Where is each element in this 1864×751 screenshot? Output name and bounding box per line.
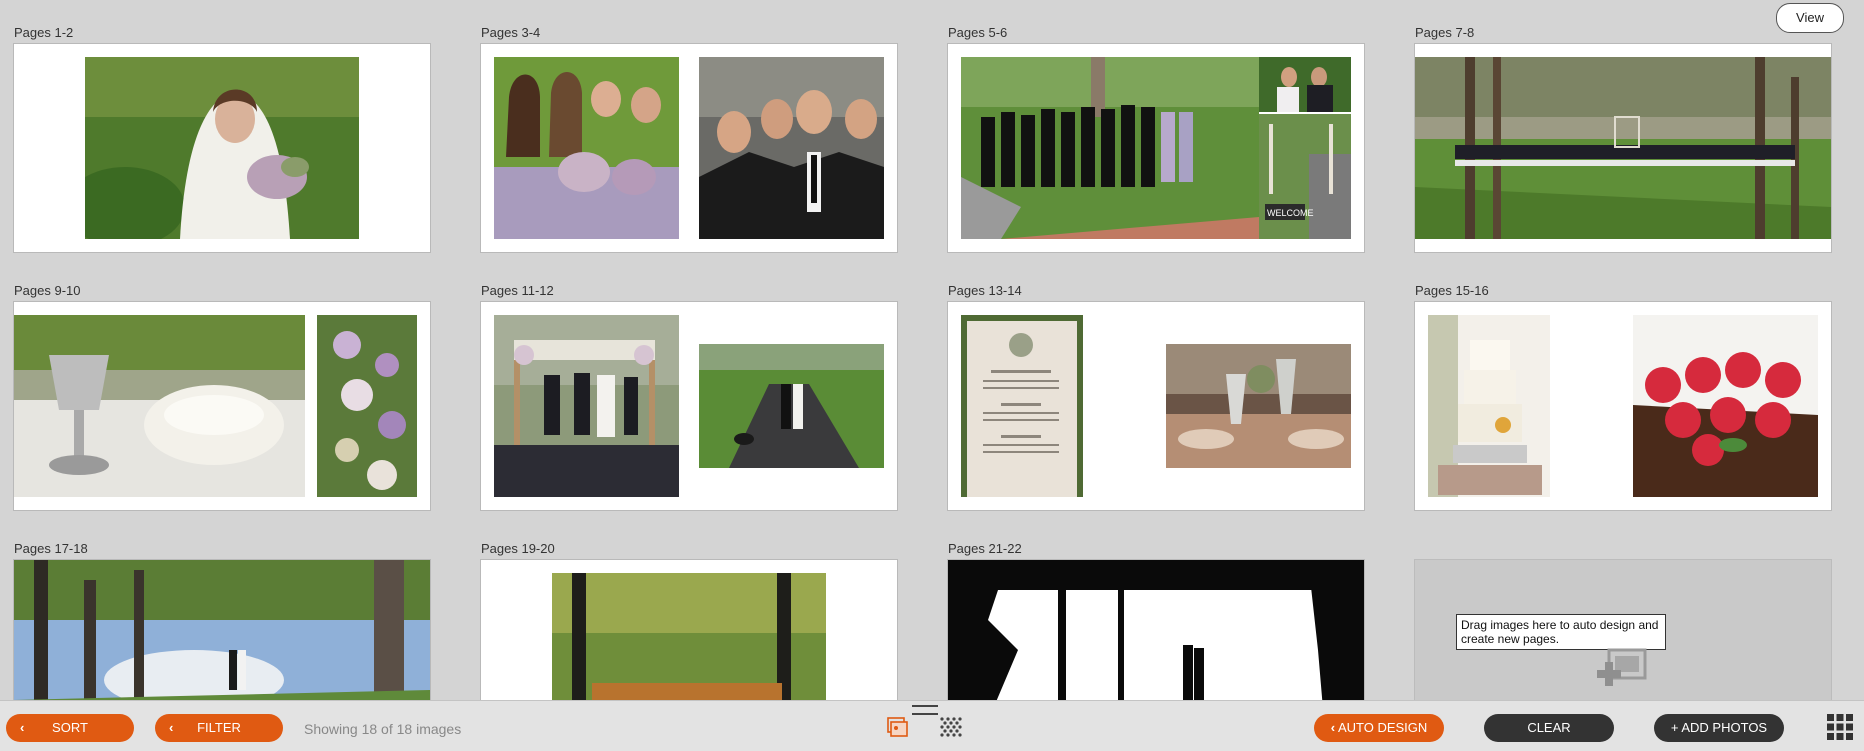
chuppah-ceremony-photo[interactable]: [494, 315, 679, 497]
welcome-sign-photo[interactable]: WELCOME: [1259, 114, 1351, 239]
chevron-left-icon: ‹: [20, 720, 25, 735]
grid-menu-icon[interactable]: [1826, 713, 1854, 741]
spread-page[interactable]: [481, 560, 897, 700]
spread-page[interactable]: [481, 44, 897, 252]
spread-label: Pages 3-4: [481, 25, 541, 40]
kiddush-cup-photo[interactable]: [14, 315, 305, 497]
spread-label: Pages 5-6: [948, 25, 1008, 40]
groomsmen-photo[interactable]: [699, 57, 884, 239]
spread-label: Pages 19-20: [481, 541, 555, 556]
filter-button[interactable]: ‹ FILTER: [155, 714, 283, 742]
spread-page[interactable]: [1415, 44, 1831, 252]
wedding-party-lineup-photo[interactable]: [961, 57, 1259, 239]
spread-label: Pages 21-22: [948, 541, 1022, 556]
spread-label: Pages 17-18: [14, 541, 88, 556]
spread-label: Pages 13-14: [948, 283, 1022, 298]
spread-page[interactable]: WELCOME: [948, 44, 1364, 252]
table-setting-photo[interactable]: [1166, 344, 1351, 468]
bridesmaids-photo[interactable]: [494, 57, 679, 239]
auto-design-button[interactable]: ‹ AUTO DESIGN: [1314, 714, 1444, 742]
spread-grid: Pages 1-2 Pages 3-4 Pages 5-6 WELCOME Pa…: [0, 0, 1864, 700]
image-count-status: Showing 18 of 18 images: [304, 721, 462, 737]
empty-spread[interactable]: Drag images here to auto design and crea…: [1415, 560, 1831, 700]
spread-page[interactable]: [1415, 302, 1831, 510]
wedding-cake-photo[interactable]: [1428, 315, 1550, 497]
resize-handle[interactable]: [912, 705, 938, 715]
spread-page[interactable]: [948, 302, 1364, 510]
sort-button[interactable]: ‹ SORT: [6, 714, 134, 742]
spread-view-icon[interactable]: [885, 715, 909, 739]
add-image-icon: [1597, 648, 1647, 686]
spread-label: Pages 1-2: [14, 25, 74, 40]
spread-page[interactable]: [14, 560, 430, 700]
spread-page[interactable]: [481, 302, 897, 510]
spread-label: Pages 7-8: [1415, 25, 1475, 40]
spread-label: Pages 9-10: [14, 283, 81, 298]
spread-page[interactable]: [948, 560, 1364, 700]
pattern-grid-icon[interactable]: [938, 715, 962, 739]
sort-label: SORT: [52, 720, 88, 735]
menu-card-photo[interactable]: [961, 315, 1083, 497]
svg-text:WELCOME: WELCOME: [1267, 208, 1314, 218]
chevron-left-icon: ‹: [169, 720, 174, 735]
guests-photo[interactable]: [1259, 57, 1351, 112]
bottom-toolbar: ‹ SORT ‹ FILTER Showing 18 of 18 images …: [0, 700, 1864, 751]
raspberry-dessert-photo[interactable]: [1633, 315, 1818, 497]
flower-arrangement-photo[interactable]: [317, 315, 417, 497]
spread-page[interactable]: [14, 302, 430, 510]
spread-label: Pages 11-12: [481, 283, 554, 298]
auto-design-label: AUTO DESIGN: [1337, 720, 1428, 735]
silhouette-couple-photo[interactable]: [948, 560, 1364, 700]
garden-swing-photo[interactable]: [552, 573, 826, 700]
view-button[interactable]: View: [1776, 3, 1844, 33]
add-photos-button[interactable]: + ADD PHOTOS: [1654, 714, 1784, 742]
spread-page[interactable]: [14, 44, 430, 252]
drop-zone-tooltip: Drag images here to auto design and crea…: [1456, 614, 1666, 650]
couple-under-trees-photo[interactable]: [14, 560, 430, 700]
filter-label: FILTER: [197, 720, 241, 735]
spread-label: Pages 15-16: [1415, 283, 1489, 298]
chevron-left-icon: ‹: [1330, 720, 1336, 735]
lakeside-ceremony-photo[interactable]: [1415, 57, 1831, 239]
clear-button[interactable]: CLEAR: [1484, 714, 1614, 742]
bride-photo[interactable]: [85, 57, 359, 239]
couple-walking-photo[interactable]: [699, 344, 884, 468]
